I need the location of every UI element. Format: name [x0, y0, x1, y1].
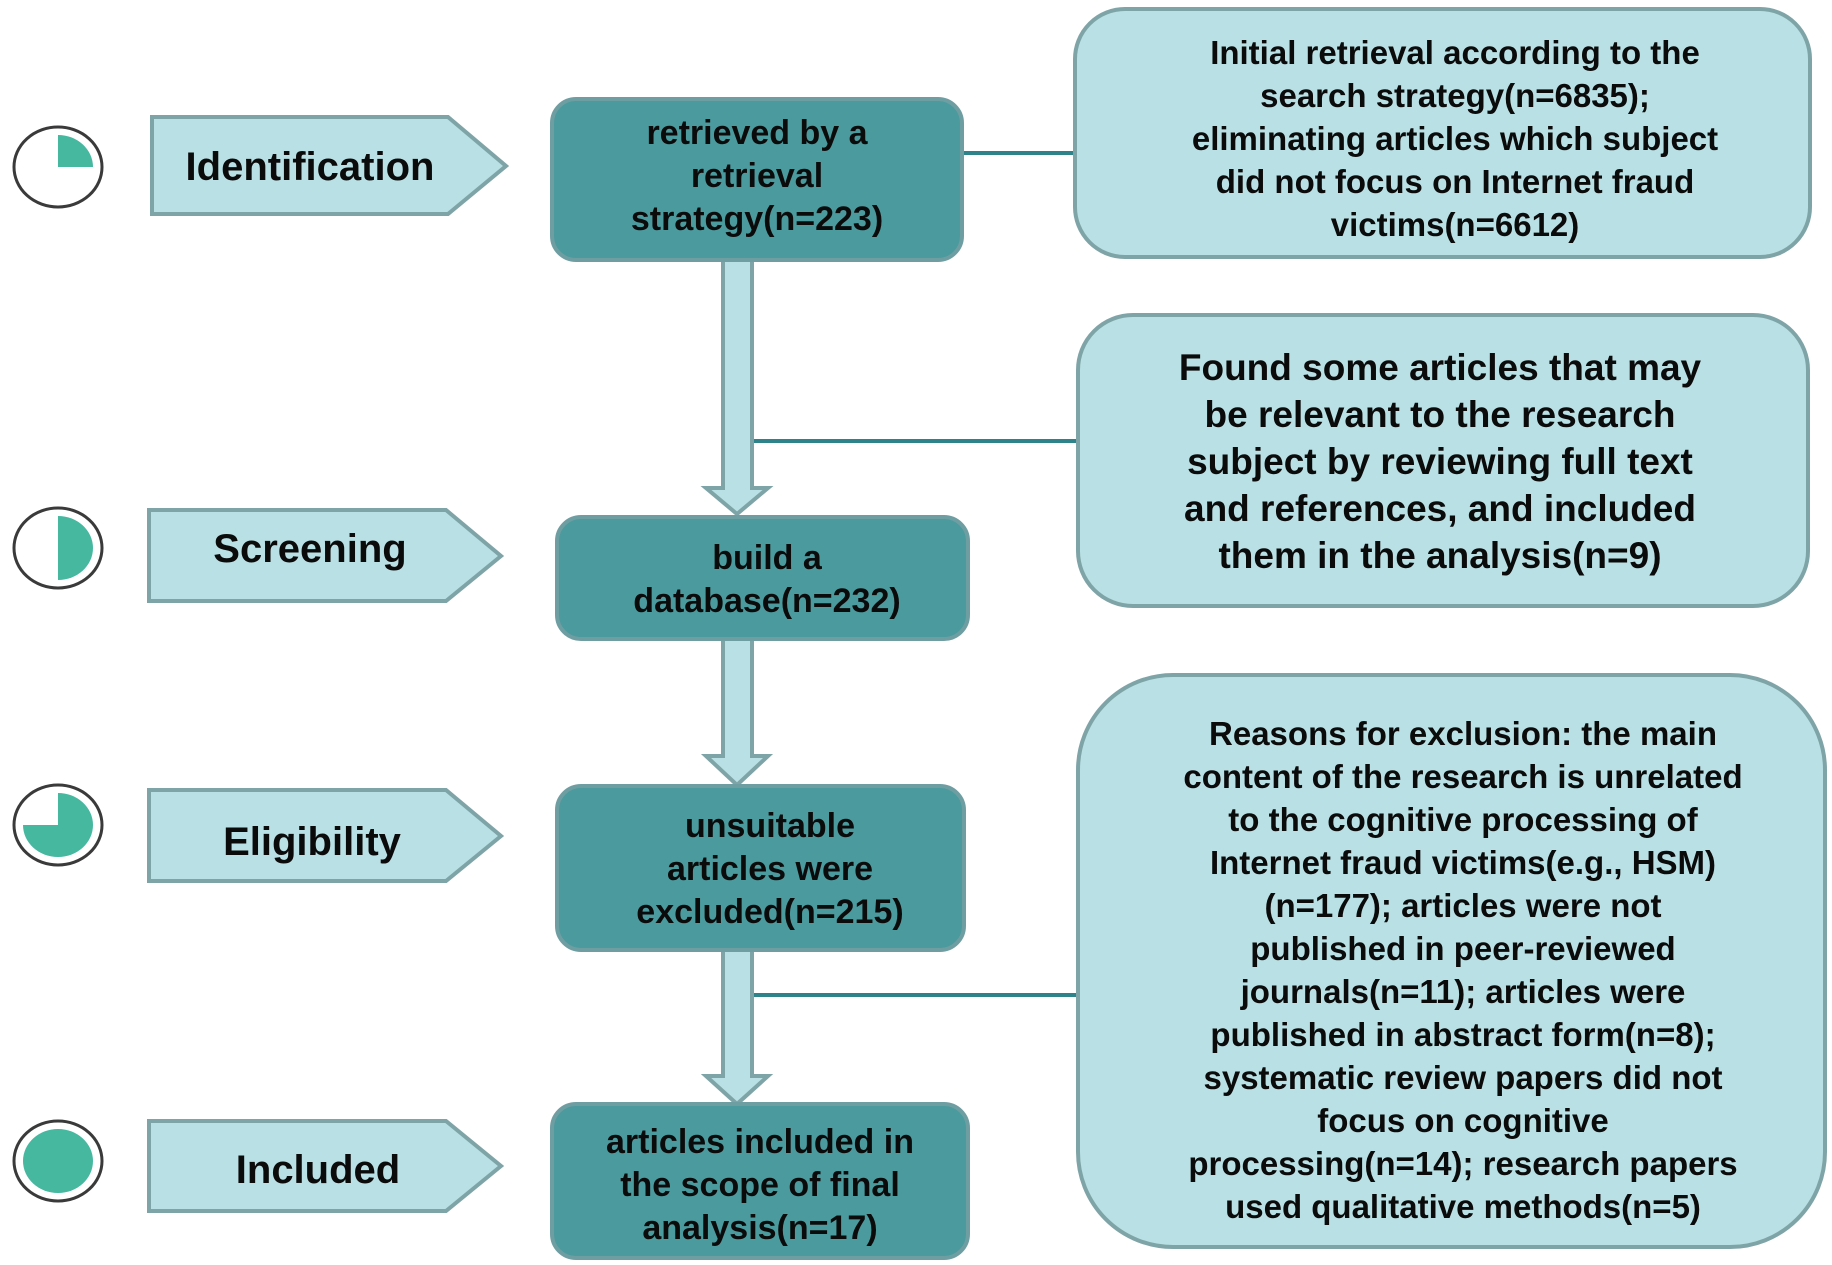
box-retrieved: retrieved by a retrieval strategy(n=223) [550, 97, 964, 262]
box-text-line: subject by reviewing full text [1187, 441, 1693, 482]
box-text-line: build a [712, 539, 823, 577]
box-final: articles included in the scope of final an… [550, 1102, 970, 1260]
box-text: articles included in the scope of final an… [606, 1123, 914, 1247]
down-arrow-icon [700, 948, 774, 1107]
box-text-line: analysis(n=17) [642, 1209, 877, 1247]
stage-included: Included [12, 1119, 505, 1213]
box-initial-retrieval: Initial retrieval according to the search… [1073, 7, 1812, 259]
box-text-line: eliminating articles which subject [1192, 120, 1718, 157]
box-found-articles: Found some articles that may be relevant … [1076, 313, 1810, 608]
box-text-line: Internet fraud victims(e.g., HSM) [1210, 844, 1716, 881]
box-text-line: focus on cognitive [1317, 1102, 1609, 1139]
box-text-line: systematic review papers did not [1203, 1059, 1722, 1096]
box-text-line: victims(n=6612) [1331, 206, 1580, 243]
box-text-line: content of the research is unrelated [1183, 758, 1742, 795]
progress-pie-icon [12, 783, 104, 867]
box-text-line: Reasons for exclusion: the main [1209, 715, 1717, 752]
box-text-line: published in peer-reviewed [1250, 930, 1675, 967]
down-arrow-icon [700, 637, 774, 788]
stage-label: Identification [186, 145, 435, 189]
side-boxes: Initial retrieval according to the search… [1073, 7, 1827, 1249]
box-text-line: used qualitative methods(n=5) [1225, 1188, 1701, 1225]
stage-screening: Screening [12, 506, 505, 603]
stage-label: Screening [213, 527, 406, 571]
box-text-line: Initial retrieval according to the [1210, 34, 1700, 71]
box-text-line: them in the analysis(n=9) [1218, 535, 1661, 576]
stage-eligibility: Eligibility [12, 783, 505, 883]
box-text-line: journals(n=11); articles were [1240, 973, 1686, 1010]
flow-arrows [700, 258, 774, 1107]
box-text-line: processing(n=14); research papers [1188, 1145, 1737, 1182]
box-text-line: be relevant to the research [1205, 394, 1676, 435]
box-text-line: Found some articles that may [1179, 347, 1702, 388]
progress-pie-icon [12, 1119, 104, 1203]
box-text-line: excluded(n=215) [636, 893, 903, 931]
box-text: Found some articles that may be relevant … [1179, 347, 1702, 576]
box-text-line: (n=177); articles were not [1264, 887, 1661, 924]
progress-fill [23, 1129, 93, 1193]
box-text-line: strategy(n=223) [631, 200, 883, 238]
box-text-line: articles were [667, 850, 873, 888]
box-text-line: and references, and included [1184, 488, 1696, 529]
down-arrow-icon [700, 258, 774, 517]
box-text-line: articles included in [606, 1123, 914, 1161]
stage-column: Identification Screening Eligibility Inc… [12, 115, 510, 1213]
box-text-line: retrieved by a [646, 114, 868, 152]
stage-label: Included [236, 1148, 400, 1192]
stage-label: Eligibility [223, 820, 402, 864]
box-database: build a database(n=232) [555, 515, 970, 641]
box-text-line: published in abstract form(n=8); [1210, 1016, 1715, 1053]
box-text-line: database(n=232) [633, 582, 900, 620]
box-exclusion-reasons: Reasons for exclusion: the main content o… [1076, 673, 1827, 1249]
box-text-line: did not focus on Internet fraud [1216, 163, 1694, 200]
stage-identification: Identification [12, 115, 510, 216]
box-text-line: the scope of final [620, 1166, 900, 1204]
box-text-line: unsuitable [685, 807, 855, 845]
progress-pie-icon [12, 506, 104, 590]
box-excluded: unsuitable articles were excluded(n=215) [555, 784, 966, 952]
prisma-flow-diagram: Identification Screening Eligibility Inc… [12, 7, 1827, 1260]
box-text-line: retrieval [691, 157, 823, 195]
progress-pie-icon [12, 125, 104, 209]
box-text-line: search strategy(n=6835); [1260, 77, 1650, 114]
box-text-line: to the cognitive processing of [1228, 801, 1698, 838]
